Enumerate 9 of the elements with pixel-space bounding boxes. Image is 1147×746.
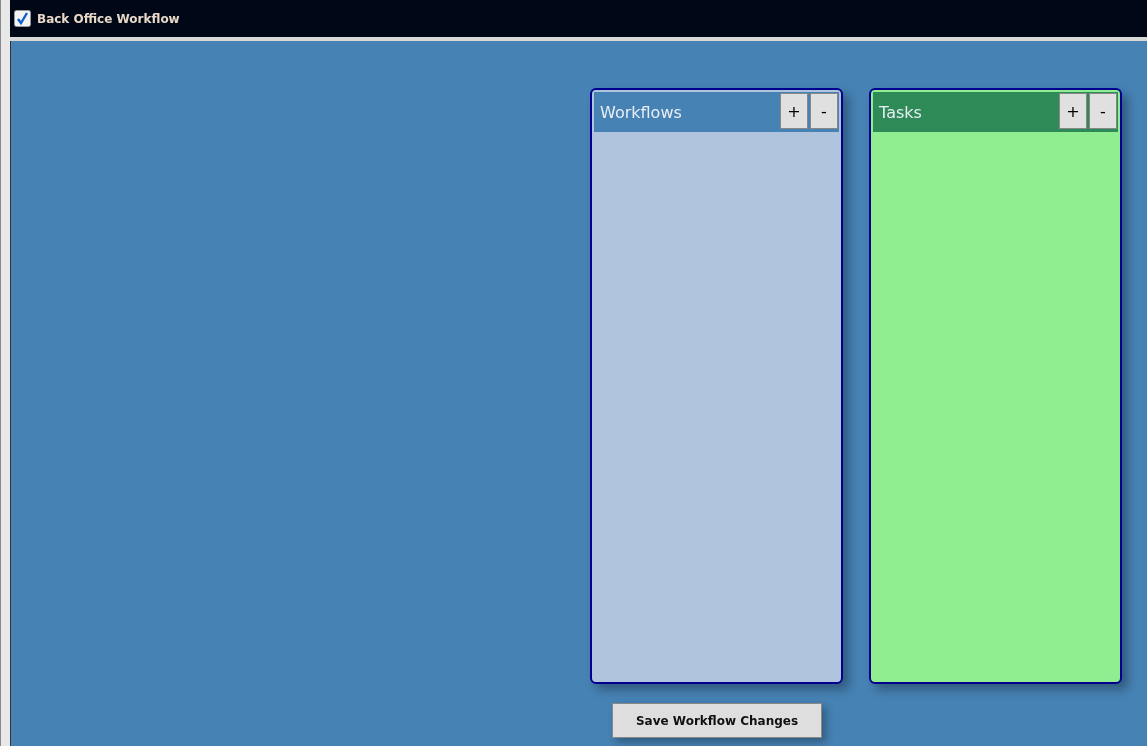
add-button[interactable]: + [780, 93, 808, 129]
remove-button[interactable]: - [1089, 93, 1117, 129]
panel-title: Tasks [879, 102, 922, 122]
save-button[interactable]: Save Workflow Changes [612, 703, 822, 738]
checkmark-icon [14, 10, 31, 27]
window-title: Back Office Workflow [37, 11, 180, 26]
add-button[interactable]: + [1059, 93, 1087, 129]
remove-button[interactable]: - [810, 93, 838, 129]
panel-title: Workflows [600, 102, 682, 122]
